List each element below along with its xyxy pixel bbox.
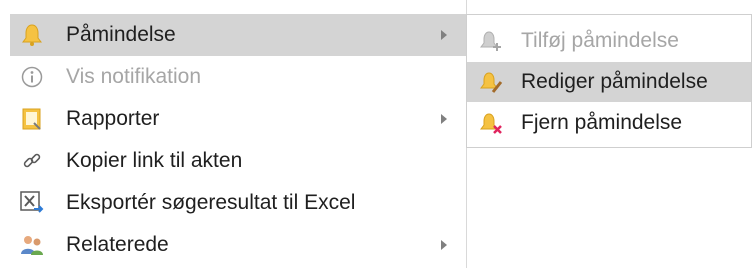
reminder-submenu: Tilføj påmindelse Rediger påmindelse Fje… (466, 14, 752, 148)
submenu-arrow-icon (434, 239, 454, 251)
menu-item-label: Rapporter (66, 107, 160, 130)
menu-item-related[interactable]: Relaterede (10, 224, 466, 266)
submenu-item-label: Fjern påmindelse (521, 111, 683, 134)
submenu-item-label: Rediger påmindelse (521, 70, 708, 93)
bell-remove-icon (479, 111, 503, 135)
submenu-item-label: Tilføj påmindelse (521, 29, 679, 52)
submenu-item-remove-reminder[interactable]: Fjern påmindelse (467, 103, 751, 143)
submenu-item-edit-reminder[interactable]: Rediger påmindelse (467, 62, 751, 102)
submenu-arrow-icon (434, 29, 454, 41)
context-menu: Påmindelse Vis notifikation Rapporter Ko… (0, 0, 466, 268)
menu-item-reports[interactable]: Rapporter (10, 98, 466, 140)
submenu-item-add-reminder[interactable]: Tilføj påmindelse (467, 21, 751, 61)
menu-item-label: Påmindelse (66, 23, 176, 46)
menu-item-label: Vis notifikation (66, 65, 202, 88)
context-menu-screen: Påmindelse Vis notifikation Rapporter Ko… (0, 0, 752, 268)
menu-item-label: Eksportér søgeresultat til Excel (66, 191, 356, 214)
bell-add-icon (479, 29, 503, 53)
excel-export-icon (20, 191, 44, 215)
menu-item-copy-link[interactable]: Kopier link til akten (10, 140, 466, 182)
report-icon (20, 107, 44, 131)
info-icon (20, 65, 44, 89)
bell-edit-icon (479, 70, 503, 94)
menu-item-label: Relaterede (66, 233, 169, 256)
menu-item-show-notification[interactable]: Vis notifikation (10, 56, 466, 98)
bell-icon (20, 23, 44, 47)
menu-item-reminder[interactable]: Påmindelse (10, 14, 466, 56)
submenu-arrow-icon (434, 113, 454, 125)
menu-item-label: Kopier link til akten (66, 149, 243, 172)
people-icon (20, 233, 44, 257)
link-icon (20, 149, 44, 173)
menu-item-export-excel[interactable]: Eksportér søgeresultat til Excel (10, 182, 466, 224)
